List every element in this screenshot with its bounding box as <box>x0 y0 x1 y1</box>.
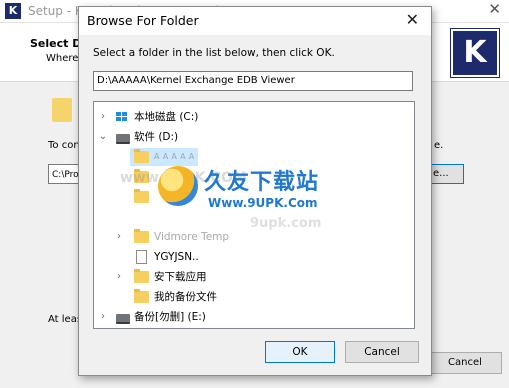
tree-item-label: 软件 (D:) <box>134 131 179 143</box>
tree-item-folder[interactable] <box>130 188 250 206</box>
tree-item-label: 本地磁盘 (C:) <box>134 111 199 123</box>
tree-item-d-drive[interactable]: ⌄ 软件 (D:) <box>94 128 414 146</box>
ok-button[interactable]: OK <box>265 341 335 363</box>
setup-close-icon[interactable]: ✕ <box>488 0 501 18</box>
setup-header-subtitle: Where <box>46 53 79 64</box>
tree-item-label: YGYJSN.. <box>154 251 199 263</box>
expand-chevron-icon[interactable]: › <box>114 268 124 286</box>
folder-tree[interactable]: › 本地磁盘 (C:) ⌄ 软件 (D:) AAAAA › Vidmore Te… <box>93 101 415 329</box>
windows-drive-icon <box>116 112 128 122</box>
tree-item-anxz-apps[interactable]: › 安下载应用 <box>94 268 414 286</box>
dialog-title: Browse For Folder <box>87 13 199 28</box>
drive-icon <box>116 134 130 144</box>
setup-cancel-button[interactable]: Cancel <box>428 352 502 374</box>
tree-item-label: 我的备份文件 <box>154 291 217 303</box>
dialog-instruction: Select a folder in the list below, then … <box>93 47 335 59</box>
folder-icon <box>134 269 149 283</box>
close-icon[interactable]: ✕ <box>406 10 419 29</box>
disk-space-text: At leas <box>48 314 83 325</box>
setup-instruction-text-end: e. <box>434 140 444 151</box>
tree-item-aaaaa[interactable]: AAAAA <box>130 148 198 166</box>
kernel-logo-icon: K <box>451 29 499 77</box>
app-icon: K <box>5 3 21 19</box>
folder-icon <box>134 169 149 183</box>
collapse-chevron-icon[interactable]: ⌄ <box>98 128 108 146</box>
tree-item-folder[interactable] <box>130 168 250 186</box>
tree-item-e-drive[interactable]: › 备份[勿删] (E:) <box>94 308 414 326</box>
tree-item-vidmore-temp[interactable]: › Vidmore Temp <box>94 228 414 246</box>
folder-icon <box>52 98 72 122</box>
tree-item-label: AAAAA <box>154 152 198 161</box>
browse-folder-dialog: Browse For Folder ✕ Select a folder in t… <box>78 6 432 376</box>
cancel-button[interactable]: Cancel <box>345 341 419 363</box>
file-icon <box>136 250 147 264</box>
expand-chevron-icon[interactable]: › <box>114 228 124 246</box>
tree-item-label: Vidmore Temp <box>154 231 230 243</box>
folder-icon <box>134 289 149 303</box>
folder-icon <box>134 149 149 163</box>
dialog-titlebar: Browse For Folder ✕ <box>79 7 431 35</box>
expand-chevron-icon[interactable]: › <box>98 108 108 126</box>
tree-item-label: 安下载应用 <box>154 271 207 283</box>
tree-item-ygyjsn[interactable]: YGYJSN.. <box>94 248 414 266</box>
expand-chevron-icon[interactable]: › <box>98 308 108 326</box>
drive-icon <box>116 314 130 324</box>
folder-icon <box>134 229 149 243</box>
folder-icon <box>134 189 149 203</box>
tree-item-my-backups[interactable]: 我的备份文件 <box>94 288 414 306</box>
tree-item-c-drive[interactable]: › 本地磁盘 (C:) <box>94 108 414 126</box>
tree-item-label: 备份[勿删] (E:) <box>134 311 206 323</box>
selected-path-field[interactable]: D:\AAAAA\Kernel Exchange EDB Viewer <box>93 71 413 91</box>
